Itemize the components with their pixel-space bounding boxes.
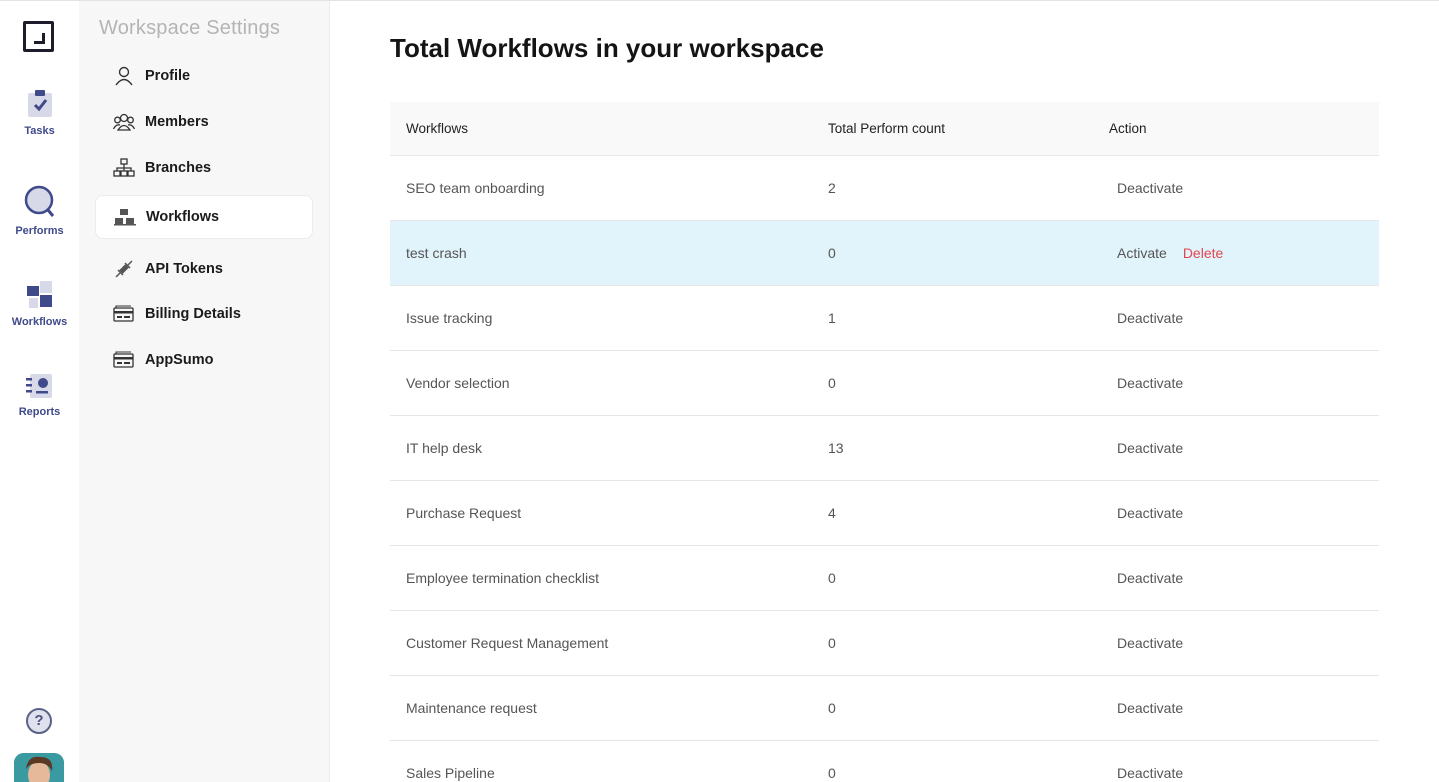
deactivate-button[interactable]: Deactivate	[1109, 700, 1183, 716]
perform-count: 13	[828, 440, 844, 456]
settings-title: Workspace Settings	[99, 17, 281, 39]
deactivate-button[interactable]: Deactivate	[1109, 310, 1183, 326]
settings-item-profile[interactable]: Profile	[95, 54, 313, 98]
deactivate-button[interactable]: Deactivate	[1109, 765, 1183, 781]
deactivate-button[interactable]: Deactivate	[1109, 505, 1183, 521]
settings-item-label: AppSumo	[145, 352, 214, 368]
perform-count: 0	[828, 765, 836, 781]
rail-label-reports: Reports	[18, 406, 61, 418]
workflow-name: Employee termination checklist	[406, 570, 599, 586]
workflow-name: test crash	[406, 245, 467, 261]
table-row[interactable]: Customer Request Management 0 Deactivate	[390, 611, 1379, 676]
table-row[interactable]: Vendor selection 0 Deactivate	[390, 351, 1379, 416]
settings-item-label: Profile	[145, 68, 191, 84]
flowchart-icon	[26, 281, 52, 308]
workflow-name: Maintenance request	[406, 700, 537, 716]
avatar[interactable]	[14, 753, 64, 782]
billing-card-icon	[113, 303, 135, 325]
workflows-table: Workflows Total Perform count Action SEO…	[390, 102, 1379, 782]
app-logo-icon[interactable]	[23, 21, 54, 52]
deactivate-button[interactable]: Deactivate	[1109, 570, 1183, 586]
page-title: Total Workflows in your workspace	[390, 33, 824, 63]
column-header-workflows: Workflows	[406, 121, 469, 136]
workflow-name: SEO team onboarding	[406, 180, 545, 196]
column-header-action: Action	[1109, 121, 1147, 136]
deactivate-button[interactable]: Deactivate	[1109, 635, 1183, 651]
column-header-count: Total Perform count	[828, 121, 946, 136]
activate-button[interactable]: Activate	[1109, 245, 1167, 261]
settings-item-workflows[interactable]: Workflows	[95, 195, 313, 239]
settings-item-appsumo[interactable]: AppSumo	[95, 338, 313, 382]
table-row[interactable]: Issue tracking 1 Deactivate	[390, 286, 1379, 351]
perform-count: 2	[828, 180, 836, 196]
rail-label-workflows: Workflows	[11, 316, 68, 328]
perform-count: 0	[828, 700, 836, 716]
clipboard-check-icon	[27, 90, 52, 117]
person-icon	[113, 65, 135, 87]
billing-card-icon	[113, 349, 135, 371]
delete-button[interactable]: Delete	[1183, 245, 1223, 261]
table-row[interactable]: Maintenance request 0 Deactivate	[390, 676, 1379, 741]
group-icon	[113, 111, 135, 133]
report-icon	[25, 374, 52, 398]
workflow-name: Vendor selection	[406, 375, 510, 391]
settings-panel: Workspace Settings Profile Members Branc…	[79, 1, 330, 782]
hierarchy-icon	[113, 157, 135, 179]
settings-item-branches[interactable]: Branches	[95, 146, 313, 190]
perform-count: 0	[828, 635, 836, 651]
perform-count: 0	[828, 245, 836, 261]
workflow-name: Customer Request Management	[406, 635, 609, 651]
deactivate-button[interactable]: Deactivate	[1109, 375, 1183, 391]
settings-item-label: Workflows	[146, 209, 220, 225]
perform-count: 1	[828, 310, 836, 326]
table-row[interactable]: Sales Pipeline 0 Deactivate	[390, 741, 1379, 782]
plug-icon	[113, 258, 135, 280]
rail-item-performs[interactable]: Performs	[0, 185, 79, 237]
workflow-name: Purchase Request	[406, 505, 522, 521]
table-row[interactable]: SEO team onboarding 2 Deactivate	[390, 156, 1379, 221]
app: Tasks Performs Workflows Reports ? Works…	[0, 0, 1439, 782]
perform-count: 0	[828, 570, 836, 586]
rail-item-tasks[interactable]: Tasks	[0, 89, 79, 137]
settings-item-api-tokens[interactable]: API Tokens	[95, 247, 313, 291]
settings-item-label: Billing Details	[145, 306, 241, 322]
workflow-name: Sales Pipeline	[406, 765, 495, 781]
settings-item-label: Members	[145, 114, 209, 130]
rail-label-tasks: Tasks	[24, 125, 55, 137]
table-row[interactable]: IT help desk 13 Deactivate	[390, 416, 1379, 481]
perform-count: 4	[828, 505, 836, 521]
rail-item-workflows[interactable]: Workflows	[0, 280, 79, 328]
table-row[interactable]: Employee termination checklist 0 Deactiv…	[390, 546, 1379, 611]
settings-item-members[interactable]: Members	[95, 100, 313, 144]
workflow-name: Issue tracking	[406, 310, 493, 326]
table-header: Workflows Total Perform count Action	[390, 102, 1379, 156]
perform-count: 0	[828, 375, 836, 391]
main-content: Total Workflows in your workspace Workfl…	[330, 1, 1439, 782]
table-row[interactable]: Purchase Request 4 Deactivate	[390, 481, 1379, 546]
magnifier-icon	[24, 185, 54, 217]
rail-label-performs: Performs	[15, 225, 64, 237]
rail-item-reports[interactable]: Reports	[0, 372, 79, 418]
settings-item-label: Branches	[145, 160, 212, 176]
deactivate-button[interactable]: Deactivate	[1109, 180, 1183, 196]
help-icon[interactable]: ?	[26, 708, 52, 734]
settings-item-label: API Tokens	[145, 261, 223, 277]
table-row[interactable]: test crash 0 Activate Delete	[390, 221, 1379, 286]
workflow-name: IT help desk	[406, 440, 483, 456]
settings-item-billing-details[interactable]: Billing Details	[95, 292, 313, 336]
deactivate-button[interactable]: Deactivate	[1109, 440, 1183, 456]
workflow-icon	[114, 206, 136, 228]
left-rail: Tasks Performs Workflows Reports ?	[0, 1, 79, 782]
avatar-image	[14, 753, 64, 782]
